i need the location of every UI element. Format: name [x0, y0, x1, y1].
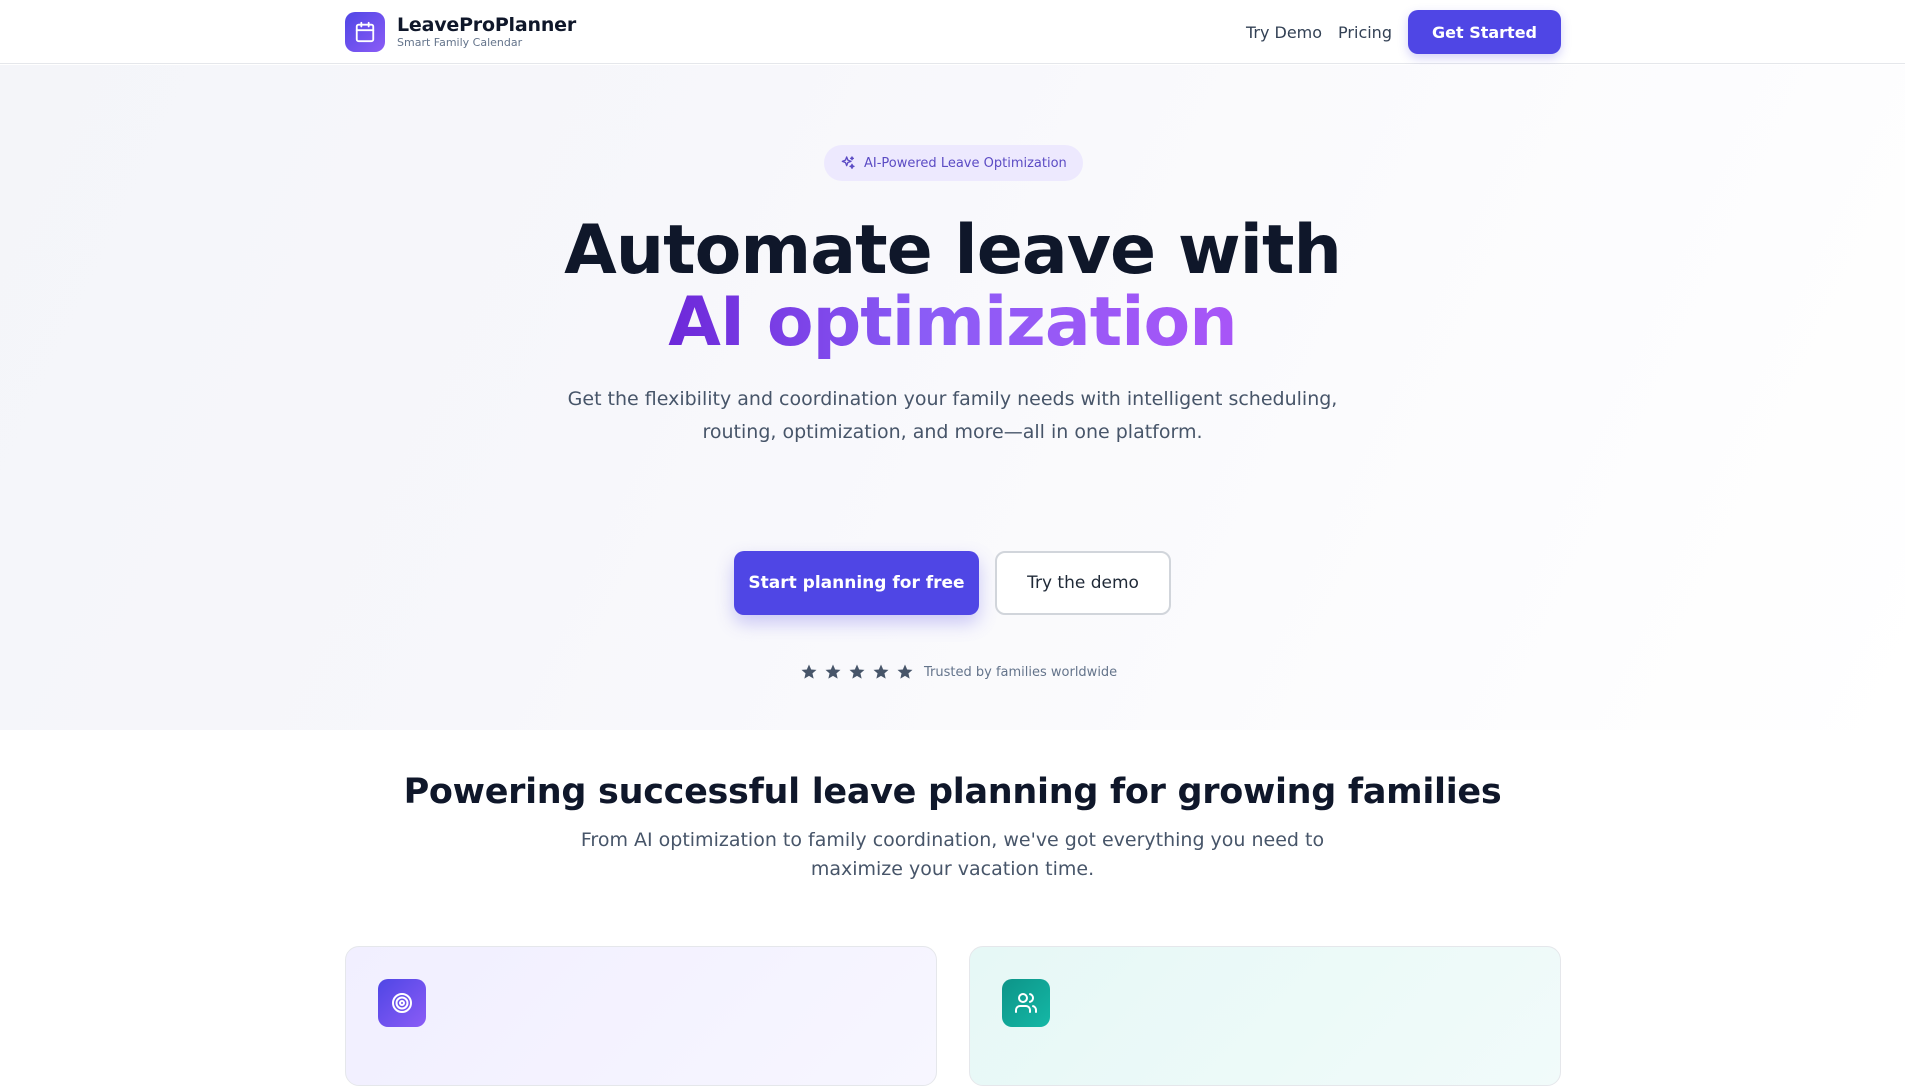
features-title: Powering successful leave planning for g…	[403, 772, 1502, 812]
target-icon	[378, 979, 426, 1027]
feature-card-ai	[345, 946, 937, 1086]
navbar-inner: LeaveProPlanner Smart Family Calendar Tr…	[345, 0, 1561, 64]
start-planning-button[interactable]: Start planning for free	[734, 551, 979, 615]
ai-badge: AI-Powered Leave Optimization	[824, 145, 1083, 181]
features-subtitle: From AI optimization to family coordinat…	[0, 826, 1905, 884]
sparkles-icon	[841, 156, 855, 169]
features-subtitle-line1: From AI optimization to family coordinat…	[580, 829, 1325, 851]
hero-title-highlight: AI optimization	[668, 283, 1237, 362]
nav-link-pricing[interactable]: Pricing	[1338, 23, 1392, 42]
star-icon	[897, 664, 913, 679]
hero-title: Automate leave with AI optimization	[0, 215, 1905, 359]
hero-subtitle: Get the flexibility and coordination you…	[0, 383, 1905, 449]
star-icon	[849, 664, 865, 679]
star-icon	[801, 664, 817, 679]
feature-card-family	[969, 946, 1561, 1086]
nav-link-try-demo[interactable]: Try Demo	[1246, 23, 1322, 42]
brand-tagline: Smart Family Calendar	[397, 36, 523, 50]
hero-subtitle-line1: Get the flexibility and coordination you…	[567, 388, 1338, 410]
hero-title-line1: Automate leave with	[564, 211, 1342, 290]
try-demo-button[interactable]: Try the demo	[995, 551, 1171, 615]
trust-rating: Trusted by families worldwide	[800, 663, 1117, 681]
star-icon	[873, 664, 889, 679]
brand-name: LeaveProPlanner	[397, 13, 577, 36]
badge-text: AI-Powered Leave Optimization	[864, 155, 1067, 171]
top-navbar: LeaveProPlanner Smart Family Calendar Tr…	[0, 0, 1905, 64]
brand[interactable]: LeaveProPlanner Smart Family Calendar	[345, 12, 576, 52]
star-icon	[825, 664, 841, 679]
users-icon	[1002, 979, 1050, 1027]
features-subtitle-line2: maximize your vacation time.	[810, 858, 1095, 880]
brand-text: LeaveProPlanner Smart Family Calendar	[397, 13, 577, 50]
nav-links: Try Demo Pricing Get Started	[1246, 10, 1561, 54]
hero-section: AI-Powered Leave Optimization Automate l…	[0, 65, 1905, 730]
get-started-button[interactable]: Get Started	[1407, 10, 1561, 54]
calendar-icon	[345, 12, 385, 52]
hero-subtitle-line2: routing, optimization, and more—all in o…	[702, 421, 1203, 443]
trust-text: Trusted by families worldwide	[924, 664, 1118, 680]
